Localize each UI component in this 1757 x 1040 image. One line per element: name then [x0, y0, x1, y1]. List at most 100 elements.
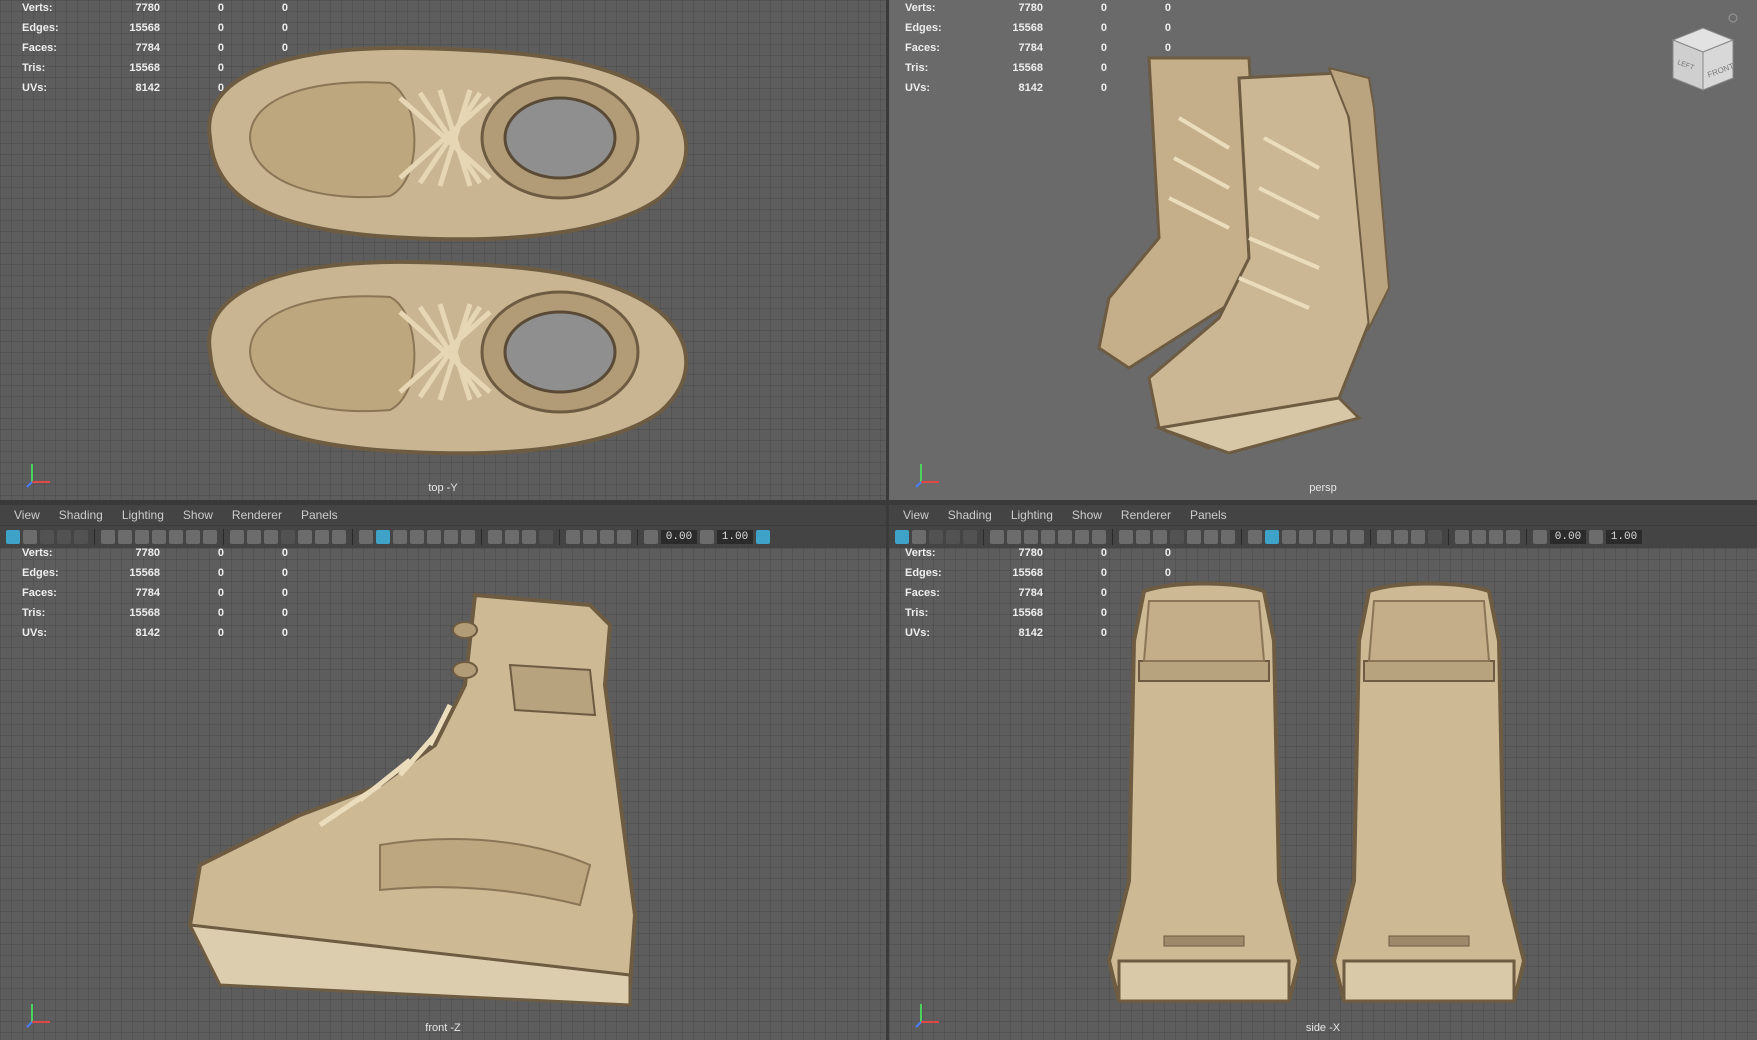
image-plane-icon[interactable] — [57, 530, 71, 544]
gamma-field[interactable]: 1.00 — [717, 530, 753, 544]
anti-alias-icon[interactable] — [522, 530, 536, 544]
view-cube[interactable]: LEFT FRONT — [1653, 10, 1743, 100]
xray-active-icon[interactable] — [1489, 530, 1503, 544]
film-gate-icon[interactable] — [1024, 530, 1038, 544]
lights-icon[interactable] — [1333, 530, 1347, 544]
xray-joints-icon[interactable] — [583, 530, 597, 544]
shadows-icon[interactable] — [1350, 530, 1364, 544]
bookmark-icon[interactable] — [40, 530, 54, 544]
bookmark-flag-icon[interactable] — [1041, 530, 1055, 544]
depth-of-field-icon[interactable] — [539, 530, 553, 544]
select-camera-icon[interactable] — [6, 530, 20, 544]
field-chart-icon[interactable] — [1187, 530, 1201, 544]
menu-show[interactable]: Show — [1072, 508, 1102, 522]
wireframe-icon[interactable] — [1248, 530, 1262, 544]
shadows-icon[interactable] — [461, 530, 475, 544]
ambient-occlusion-icon[interactable] — [488, 530, 502, 544]
menu-renderer[interactable]: Renderer — [1121, 508, 1171, 522]
viewport-top[interactable]: Verts: 7780 0 0 Edges: 15568 0 0 Faces: 7784 0 0 … — [0, 0, 886, 500]
safe-action-icon[interactable] — [315, 530, 329, 544]
grid-icon[interactable] — [230, 530, 244, 544]
motion-blur-icon[interactable] — [505, 530, 519, 544]
film-gate-toggle-icon[interactable] — [247, 530, 261, 544]
2d-pan-icon[interactable] — [74, 530, 88, 544]
boot-front-view[interactable] — [180, 585, 710, 1015]
textured-icon[interactable] — [410, 530, 424, 544]
color-management-icon[interactable] — [756, 530, 770, 544]
exposure-field[interactable]: 0.00 — [661, 530, 697, 544]
safe-title-icon[interactable] — [1221, 530, 1235, 544]
safe-action-icon[interactable] — [1204, 530, 1218, 544]
menu-lighting[interactable]: Lighting — [1011, 508, 1053, 522]
grid-icon[interactable] — [1119, 530, 1133, 544]
smooth-shade-icon[interactable] — [376, 530, 390, 544]
resolution-gate-icon[interactable] — [1075, 530, 1089, 544]
camera-icon[interactable] — [990, 530, 1004, 544]
lock-camera-icon[interactable] — [1007, 530, 1021, 544]
safe-title-icon[interactable] — [332, 530, 346, 544]
gamma-field[interactable]: 1.00 — [1606, 530, 1642, 544]
boot-side-view-right[interactable] — [1329, 581, 1529, 1011]
smooth-shade-icon[interactable] — [1265, 530, 1279, 544]
boot-top-view-lower[interactable] — [190, 252, 700, 462]
exposure-field[interactable]: 0.00 — [1550, 530, 1586, 544]
lock-camera-icon[interactable] — [118, 530, 132, 544]
bookmark-icon[interactable] — [929, 530, 943, 544]
ambient-occlusion-icon[interactable] — [1377, 530, 1391, 544]
grease-pencil-icon[interactable] — [1058, 530, 1072, 544]
exposure-icon[interactable] — [644, 530, 658, 544]
xray-active-icon[interactable] — [600, 530, 614, 544]
isolate-select-icon[interactable] — [566, 530, 580, 544]
wireframe-on-shaded-icon[interactable] — [1282, 530, 1296, 544]
textured-icon[interactable] — [1299, 530, 1313, 544]
menu-panels[interactable]: Panels — [301, 508, 338, 522]
bookmark-flag-icon[interactable] — [152, 530, 166, 544]
camera-icon[interactable] — [101, 530, 115, 544]
camera-attributes-icon[interactable] — [23, 530, 37, 544]
gate-mask-icon[interactable] — [1170, 530, 1184, 544]
grease-pencil-icon[interactable] — [169, 530, 183, 544]
image-plane-icon[interactable] — [946, 530, 960, 544]
menu-show[interactable]: Show — [183, 508, 213, 522]
exposure-icon[interactable] — [1533, 530, 1547, 544]
film-gate-toggle-icon[interactable] — [1136, 530, 1150, 544]
boot-side-view-left[interactable] — [1104, 581, 1304, 1011]
gamma-icon[interactable] — [700, 530, 714, 544]
pen-icon[interactable] — [1092, 530, 1106, 544]
pen-icon[interactable] — [203, 530, 217, 544]
isolate-select-icon[interactable] — [1455, 530, 1469, 544]
select-camera-icon[interactable] — [895, 530, 909, 544]
menu-lighting[interactable]: Lighting — [122, 508, 164, 522]
menu-renderer[interactable]: Renderer — [232, 508, 282, 522]
resolution-gate-icon[interactable] — [186, 530, 200, 544]
resolution-toggle-icon[interactable] — [1153, 530, 1167, 544]
viewport-side[interactable]: View Shading Lighting Show Renderer Pane… — [889, 505, 1757, 1040]
viewport-persp[interactable]: Verts: 7780 0 0 Edges: 15568 0 0 Faces: 7784 0 0 … — [889, 0, 1757, 500]
motion-blur-icon[interactable] — [1394, 530, 1408, 544]
menu-panels[interactable]: Panels — [1190, 508, 1227, 522]
menu-view[interactable]: View — [14, 508, 40, 522]
menu-view[interactable]: View — [903, 508, 929, 522]
gamma-icon[interactable] — [1589, 530, 1603, 544]
backface-icon[interactable] — [1506, 530, 1520, 544]
xray-icon[interactable] — [1316, 530, 1330, 544]
anti-alias-icon[interactable] — [1411, 530, 1425, 544]
menu-shading[interactable]: Shading — [59, 508, 103, 522]
field-chart-icon[interactable] — [298, 530, 312, 544]
xray-icon[interactable] — [427, 530, 441, 544]
backface-icon[interactable] — [617, 530, 631, 544]
menu-shading[interactable]: Shading — [948, 508, 992, 522]
view-cube-icon[interactable] — [1653, 10, 1743, 100]
viewport-front[interactable]: View Shading Lighting Show Renderer Pane… — [0, 505, 886, 1040]
wireframe-on-shaded-icon[interactable] — [393, 530, 407, 544]
boot-pair-persp[interactable] — [1089, 38, 1489, 458]
wireframe-icon[interactable] — [359, 530, 373, 544]
xray-joints-icon[interactable] — [1472, 530, 1486, 544]
2d-pan-icon[interactable] — [963, 530, 977, 544]
resolution-toggle-icon[interactable] — [264, 530, 278, 544]
depth-of-field-icon[interactable] — [1428, 530, 1442, 544]
film-gate-icon[interactable] — [135, 530, 149, 544]
camera-attributes-icon[interactable] — [912, 530, 926, 544]
gate-mask-icon[interactable] — [281, 530, 295, 544]
boot-top-view-upper[interactable] — [190, 38, 700, 248]
